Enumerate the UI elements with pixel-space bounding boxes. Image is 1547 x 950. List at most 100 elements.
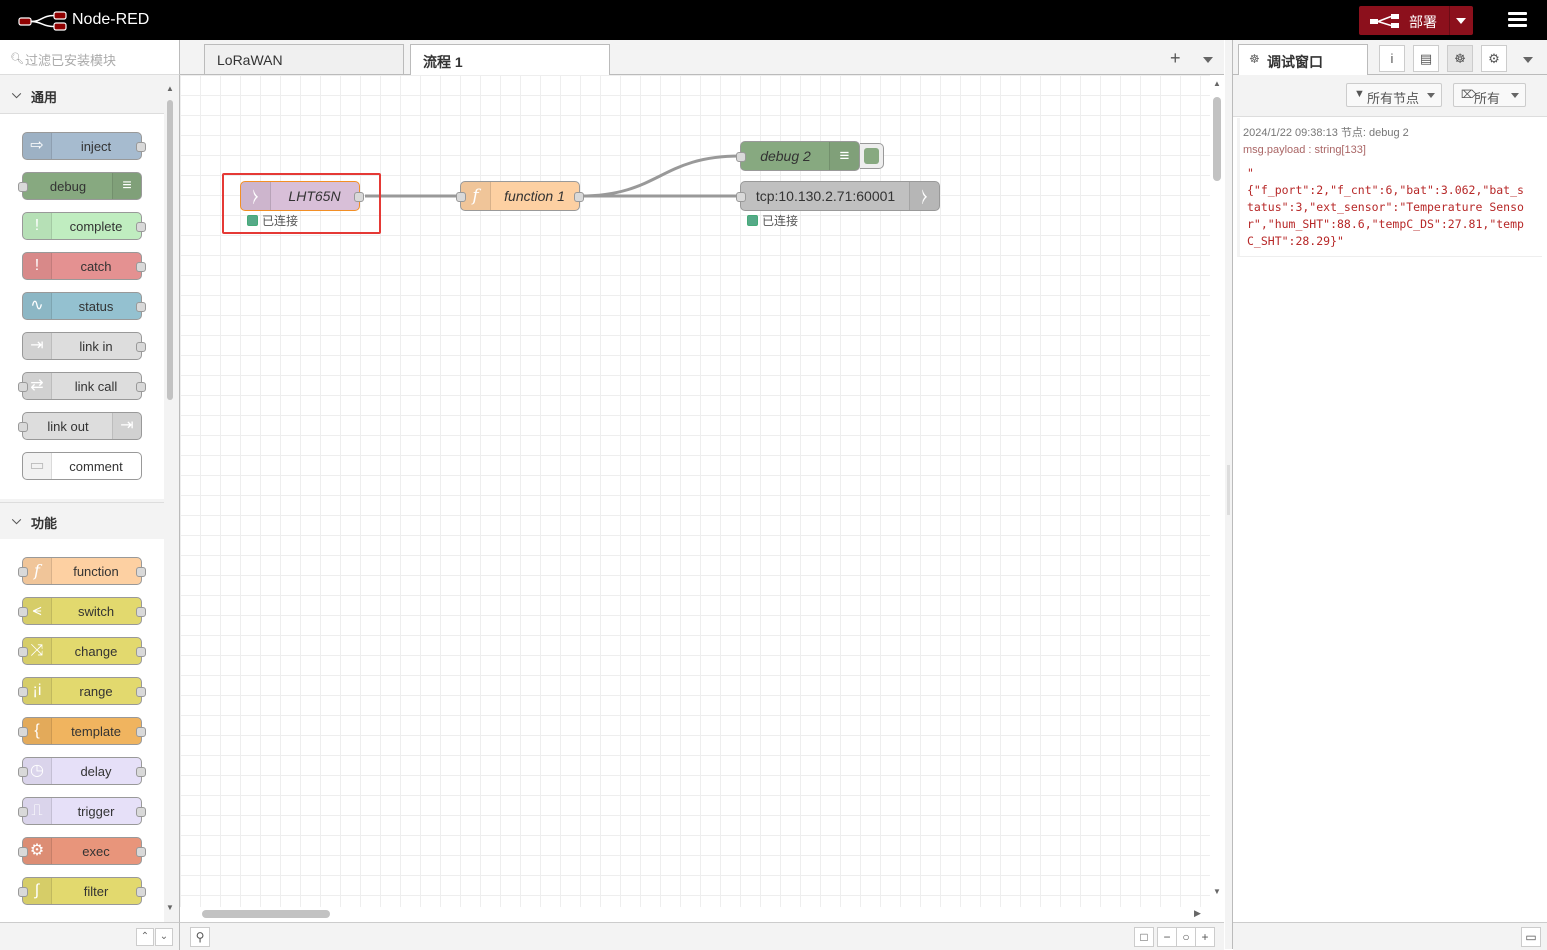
- output-port[interactable]: [136, 887, 146, 897]
- input-port[interactable]: [18, 182, 28, 192]
- palette-node-complete[interactable]: ! complete: [22, 212, 146, 240]
- palette-node-delay[interactable]: ◷ delay: [18, 757, 146, 785]
- palette-node-comment[interactable]: ▭ comment: [22, 452, 142, 480]
- palette-category-common[interactable]: ⌵ 通用: [0, 77, 164, 114]
- add-tab-icon[interactable]: +: [1170, 48, 1181, 69]
- bug-icon[interactable]: ☸: [1447, 45, 1473, 72]
- input-port[interactable]: [18, 422, 28, 432]
- input-port[interactable]: [18, 567, 28, 577]
- palette-node-change[interactable]: ⤨ change: [18, 637, 146, 665]
- output-port[interactable]: [136, 607, 146, 617]
- zoom-out-icon[interactable]: −: [1157, 927, 1177, 947]
- wire[interactable]: [579, 154, 741, 198]
- palette-scrollbar[interactable]: ▲ ▼: [166, 84, 174, 912]
- input-port[interactable]: [18, 382, 28, 392]
- list-icon: ≡: [122, 177, 132, 194]
- tab-debug[interactable]: ☸ 调试窗口: [1238, 44, 1368, 75]
- search-icon[interactable]: ⚲: [190, 927, 210, 947]
- palette-node-template[interactable]: { template: [18, 717, 146, 745]
- output-port[interactable]: [136, 567, 146, 577]
- node-tcp-out[interactable]: tcp:10.130.2.71:60001 ⧽: [736, 181, 940, 211]
- palette-node-switch[interactable]: ⪪ switch: [18, 597, 146, 625]
- scrollbar-thumb[interactable]: [202, 910, 330, 918]
- palette-footer: ⌃ ⌄: [0, 922, 180, 950]
- chevron-down-icon: [1427, 93, 1435, 98]
- palette-search-input[interactable]: 过滤已安装模块: [25, 50, 116, 69]
- output-port[interactable]: [136, 807, 146, 817]
- input-port[interactable]: [18, 687, 28, 697]
- node-debug-2[interactable]: debug 2 ≡: [736, 141, 860, 171]
- input-port[interactable]: [736, 152, 746, 162]
- debug-message-topic[interactable]: msg.payload : string[133]: [1243, 144, 1366, 156]
- palette-search[interactable]: 🔍︎ 过滤已安装模块: [0, 40, 180, 75]
- input-port[interactable]: [18, 847, 28, 857]
- output-port[interactable]: [136, 647, 146, 657]
- deploy-dropdown-icon[interactable]: [1456, 18, 1466, 24]
- palette-node-exec[interactable]: ⚙ exec: [18, 837, 146, 865]
- palette-node-function[interactable]: f function: [18, 557, 146, 585]
- palette-node-status[interactable]: ∿ status: [22, 292, 146, 320]
- category-title: 通用: [31, 90, 58, 105]
- sidebar-menu-icon[interactable]: [1523, 57, 1533, 63]
- clear-messages-button[interactable]: ⌦ 所有: [1453, 83, 1526, 107]
- output-port[interactable]: [574, 192, 584, 202]
- zoom-reset-icon[interactable]: ○: [1176, 927, 1196, 947]
- canvas-vertical-scrollbar[interactable]: ▲ ▼: [1210, 75, 1224, 907]
- tab-menu-icon[interactable]: [1203, 57, 1213, 63]
- output-port[interactable]: [136, 342, 146, 352]
- output-port[interactable]: [136, 142, 146, 152]
- info-icon[interactable]: i: [1379, 45, 1405, 72]
- collapse-all-icon[interactable]: ⌃: [136, 928, 154, 946]
- output-port[interactable]: [136, 727, 146, 737]
- input-port[interactable]: [18, 807, 28, 817]
- monitor-icon[interactable]: ▭: [1521, 927, 1541, 947]
- input-port[interactable]: [18, 607, 28, 617]
- scrollbar-thumb[interactable]: [1213, 97, 1221, 181]
- tab-lorawan[interactable]: LoRaWAN: [204, 44, 404, 74]
- tab-flow-1[interactable]: 流程 1: [410, 44, 610, 75]
- output-port[interactable]: [136, 687, 146, 697]
- palette-node-debug[interactable]: ≡ debug: [18, 172, 142, 200]
- expand-all-icon[interactable]: ⌄: [155, 928, 173, 946]
- output-port[interactable]: [136, 382, 146, 392]
- debug-message-body[interactable]: " {"f_port":2,"f_cnt":6,"bat":3.062,"bat…: [1247, 165, 1529, 250]
- palette-node-link-in[interactable]: ⇥ link in: [22, 332, 146, 360]
- canvas-horizontal-scrollbar[interactable]: ▶: [180, 907, 1210, 921]
- deploy-button[interactable]: 部署: [1359, 6, 1473, 35]
- input-port[interactable]: [18, 887, 28, 897]
- filter-icon: ▼: [1354, 88, 1365, 100]
- map-icon[interactable]: □: [1134, 927, 1154, 947]
- logo-icon: [18, 11, 67, 31]
- output-port[interactable]: [136, 302, 146, 312]
- menu-icon[interactable]: [1508, 12, 1527, 28]
- sidebar-resize-handle[interactable]: [1225, 40, 1232, 949]
- palette-node-inject[interactable]: ⇨ inject: [22, 132, 146, 160]
- input-port[interactable]: [18, 647, 28, 657]
- header: [0, 0, 1547, 40]
- comment-icon: ▭: [29, 457, 45, 474]
- node-function-1[interactable]: f function 1: [456, 181, 584, 211]
- palette-node-range[interactable]: ¡i range: [18, 677, 146, 705]
- zoom-in-icon[interactable]: +: [1195, 927, 1215, 947]
- output-port[interactable]: [136, 222, 146, 232]
- palette-node-trigger[interactable]: ⎍ trigger: [18, 797, 146, 825]
- input-port[interactable]: [736, 192, 746, 202]
- book-icon[interactable]: ▤: [1413, 45, 1439, 72]
- input-port[interactable]: [18, 727, 28, 737]
- wave-icon: ⧽: [921, 186, 928, 205]
- output-port[interactable]: [136, 767, 146, 777]
- palette-category-function[interactable]: ⌵ 功能: [0, 502, 164, 540]
- palette-node-link-out[interactable]: ⇥ link out: [18, 412, 142, 440]
- filter-nodes-button[interactable]: ▼ 所有节点: [1346, 83, 1442, 107]
- gear-icon[interactable]: ⚙: [1481, 45, 1507, 72]
- palette-node-filter[interactable]: ∫ filter: [18, 877, 146, 905]
- output-port[interactable]: [136, 847, 146, 857]
- scrollbar-thumb[interactable]: [167, 100, 173, 400]
- input-port[interactable]: [18, 767, 28, 777]
- palette-node-catch[interactable]: ! catch: [22, 252, 146, 280]
- debug-toggle-button[interactable]: [860, 143, 884, 169]
- chevron-down-icon: [1511, 93, 1519, 98]
- input-port[interactable]: [456, 192, 466, 202]
- output-port[interactable]: [136, 262, 146, 272]
- palette-node-link-call[interactable]: ⇄ link call: [18, 372, 146, 400]
